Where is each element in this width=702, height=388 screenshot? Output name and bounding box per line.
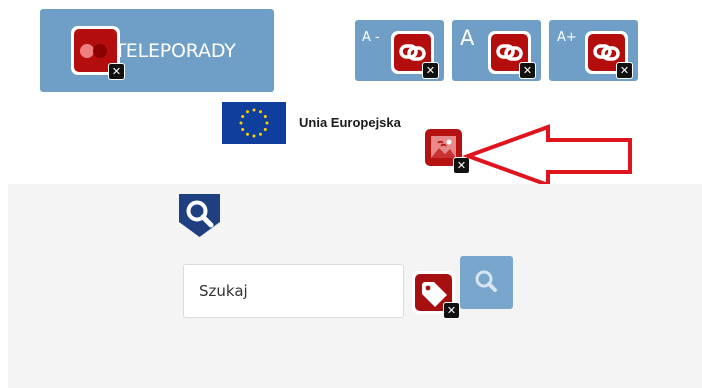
broken-link-icon: ✕ [585, 31, 633, 79]
font-normal-label: A [460, 26, 475, 50]
font-increase-button[interactable]: A+ ✕ [549, 20, 638, 81]
search-input[interactable] [183, 264, 404, 318]
broken-link-icon: ✕ [391, 31, 439, 79]
eu-flag[interactable] [222, 102, 286, 144]
teleporady-button[interactable]: ✕ TELEPORADY [40, 9, 274, 92]
close-icon: ✕ [616, 62, 633, 79]
missing-label-tag-icon: ✕ [412, 271, 460, 319]
teleporady-label: TELEPORADY [114, 39, 236, 62]
font-normal-button[interactable]: A ✕ [452, 20, 541, 81]
search-button[interactable] [460, 256, 513, 309]
magnifier-icon [460, 270, 513, 312]
magnifier-shield-icon [177, 192, 222, 239]
arrow-annotation [462, 124, 632, 188]
broken-link-icon: ✕ [488, 31, 536, 79]
wave-error-icon: ✕ [71, 26, 125, 80]
close-icon: ✕ [108, 63, 125, 80]
missing-alt-image-icon: ✕ [422, 126, 470, 174]
close-icon: ✕ [443, 302, 460, 319]
close-icon: ✕ [422, 62, 439, 79]
font-decrease-button[interactable]: A - ✕ [355, 20, 444, 81]
close-icon: ✕ [519, 62, 536, 79]
font-decrease-label: A - [362, 30, 380, 45]
font-increase-label: A+ [557, 30, 577, 45]
eu-label: Unia Europejska [299, 115, 401, 130]
